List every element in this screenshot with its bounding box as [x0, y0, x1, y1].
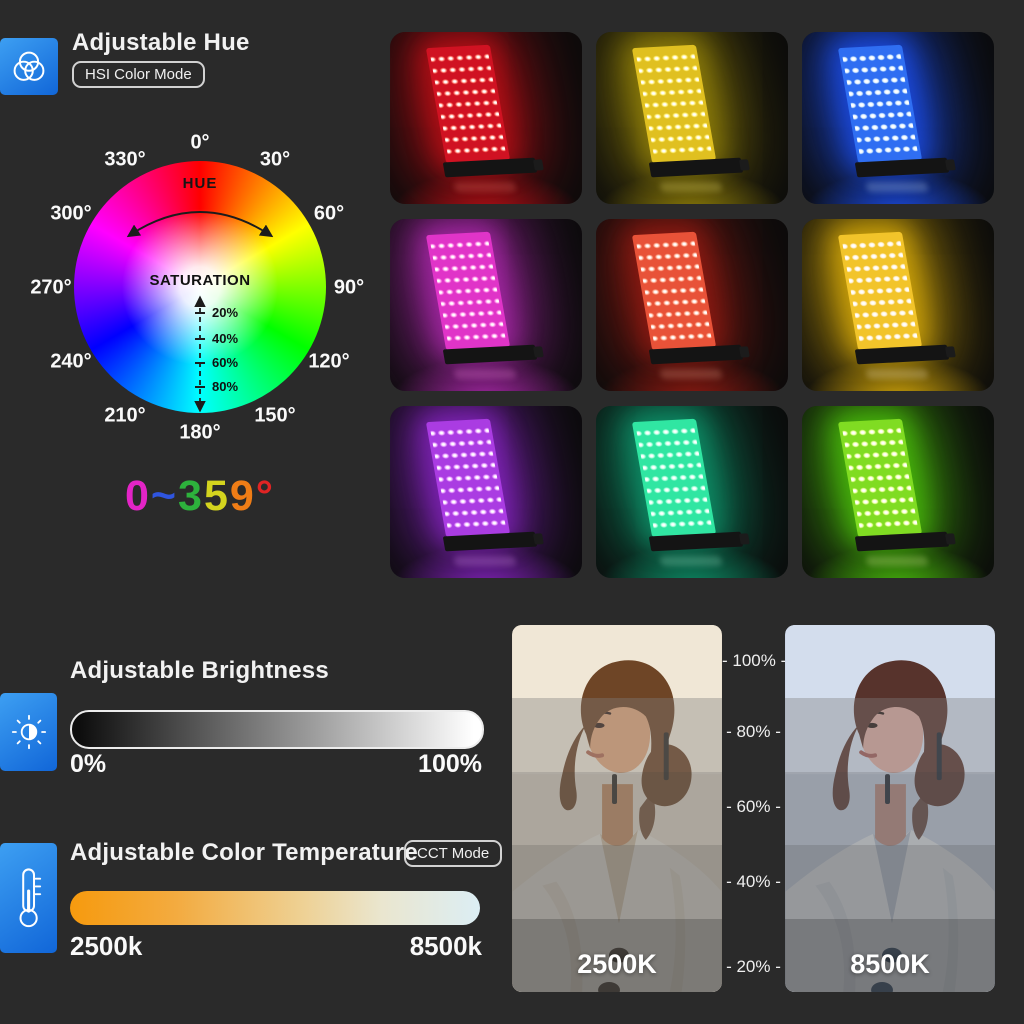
brightness-bands	[785, 625, 995, 992]
brightness-range-labels: 0% 100%	[70, 750, 482, 779]
degree-label: 210°	[104, 405, 145, 428]
panel-photo-salmon	[596, 219, 788, 391]
degree-label: 150°	[254, 405, 295, 428]
color-demo-grid	[390, 32, 994, 578]
range-char: 0	[125, 472, 151, 520]
panel-photo-purple	[390, 406, 582, 578]
led-panel	[632, 419, 716, 537]
rgb-overlap-circles-icon	[7, 46, 51, 88]
cct-range-labels: 2500k 8500k	[70, 931, 482, 962]
cct-mode-badge: CCT Mode	[404, 840, 502, 867]
degree-label: 30°	[260, 149, 290, 172]
led-light-product-infographic: Adjustable Hue HSI Color Mode HUE SATURA…	[0, 0, 1024, 1024]
brightness-min-label: 0%	[70, 750, 106, 779]
floor-reflection	[659, 556, 722, 566]
degree-label: 60°	[314, 203, 344, 226]
led-panel	[426, 419, 510, 537]
hsi-mode-badge: HSI Color Mode	[72, 61, 205, 88]
panel-photo-magenta	[390, 219, 582, 391]
band-40	[512, 845, 722, 918]
brightness-bands	[512, 625, 722, 992]
comparison-photo-2500k: 2500K	[512, 625, 722, 992]
band-60	[785, 772, 995, 845]
band-100	[785, 625, 995, 698]
hue-color-wheel: HUE SATURATION 20% 40% 60% 80%	[74, 161, 326, 413]
scale-label: - 80% -	[722, 722, 785, 742]
panel-photo-yellow	[596, 32, 788, 204]
floor-reflection	[453, 369, 516, 379]
floor-reflection	[865, 556, 928, 566]
band-60	[512, 772, 722, 845]
degree-label: 180°	[179, 422, 220, 445]
brightness-icon	[0, 693, 57, 771]
brightness-max-label: 100%	[418, 750, 482, 779]
floor-reflection	[659, 369, 722, 379]
led-panel	[838, 419, 922, 537]
degree-label: 270°	[30, 277, 71, 300]
range-char: 9	[230, 472, 256, 520]
floor-reflection	[659, 182, 722, 192]
thermometer-icon	[7, 855, 51, 941]
cct-section-title: Adjustable Color Temperature	[70, 839, 418, 867]
color-temperature-icon	[0, 843, 57, 953]
photo-label-8500k: 8500K	[785, 949, 995, 980]
band-80	[512, 698, 722, 771]
led-panel	[426, 232, 510, 350]
scale-label: - 60% -	[722, 797, 785, 817]
saturation-tick: 60%	[212, 355, 238, 370]
range-char: 3	[178, 472, 204, 520]
brightness-section-title: Adjustable Brightness	[70, 657, 329, 685]
range-char: °	[256, 472, 275, 520]
range-char: ~	[151, 472, 178, 520]
panel-photo-mint	[596, 406, 788, 578]
cct-max-label: 8500k	[410, 931, 482, 962]
cct-gradient-bar	[70, 891, 480, 925]
brightness-gradient-bar	[70, 710, 484, 749]
hue-range-label: 0~359°	[74, 472, 326, 521]
range-char: 5	[204, 472, 230, 520]
degree-label: 240°	[50, 351, 91, 374]
brightness-scale: - 100% - - 80% - - 60% - - 40% - - 20% -	[722, 625, 785, 992]
led-panel	[838, 232, 922, 350]
floor-reflection	[453, 556, 516, 566]
band-80	[785, 698, 995, 771]
degree-label: 120°	[308, 351, 349, 374]
panel-photo-green	[802, 406, 994, 578]
floor-reflection	[453, 182, 516, 192]
led-panel	[838, 45, 922, 163]
photo-label-2500k: 2500K	[512, 949, 722, 980]
sun-brightness-icon	[7, 702, 51, 762]
saturation-tick: 40%	[212, 331, 238, 346]
scale-label: - 100% -	[722, 651, 785, 671]
cct-min-label: 2500k	[70, 931, 142, 962]
saturation-axis-label: SATURATION	[74, 272, 326, 289]
degree-label: 300°	[50, 203, 91, 226]
scale-label: - 20% -	[722, 957, 785, 977]
panel-photo-red	[390, 32, 582, 204]
floor-reflection	[865, 182, 928, 192]
saturation-tick: 80%	[212, 379, 238, 394]
led-panel	[632, 45, 716, 163]
degree-label: 0°	[190, 132, 209, 155]
degree-label: 330°	[104, 149, 145, 172]
saturation-tick: 20%	[212, 305, 238, 320]
comparison-photo-8500k: 8500K	[785, 625, 995, 992]
led-panel	[426, 45, 510, 163]
hue-arc-arrow	[130, 212, 270, 235]
degree-label: 90°	[334, 277, 364, 300]
scale-label: - 40% -	[722, 872, 785, 892]
hue-axis-label: HUE	[74, 175, 326, 192]
hsi-color-mode-icon	[0, 38, 58, 95]
hue-section-title: Adjustable Hue	[72, 29, 250, 57]
panel-photo-amber	[802, 219, 994, 391]
panel-photo-blue	[802, 32, 994, 204]
floor-reflection	[865, 369, 928, 379]
band-40	[785, 845, 995, 918]
led-panel	[632, 232, 716, 350]
band-100	[512, 625, 722, 698]
